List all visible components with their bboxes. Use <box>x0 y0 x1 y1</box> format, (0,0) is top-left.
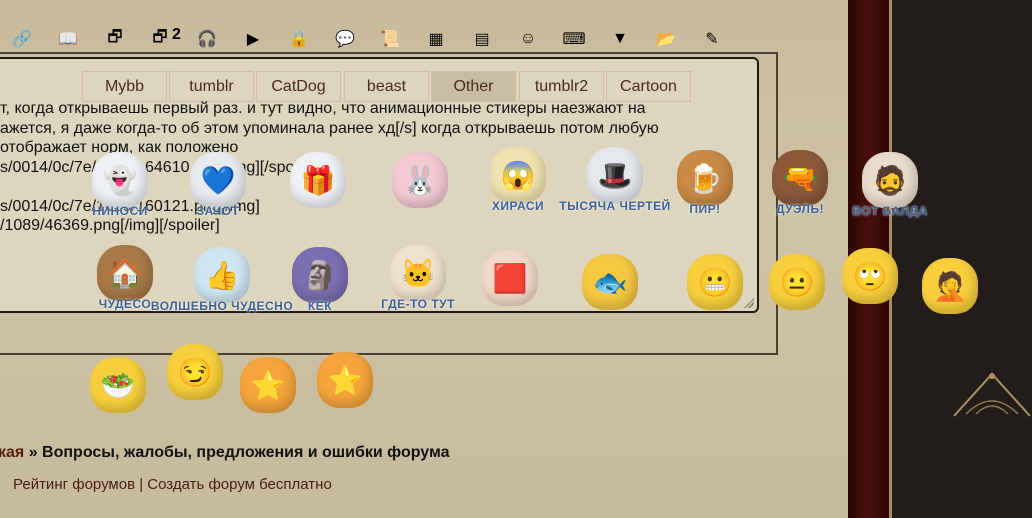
breadcrumb-parent-link[interactable]: кая <box>0 444 24 461</box>
sticker[interactable]: 🎁 <box>282 144 354 216</box>
tab-tumblr[interactable]: tumblr <box>169 71 254 102</box>
link-add-icon[interactable]: 🔗 <box>11 28 33 50</box>
sticker[interactable]: 🗿 КЕК <box>284 244 356 316</box>
sticker-image: 🏠 <box>97 245 153 301</box>
sticker-image: 💙 <box>190 152 246 208</box>
sticker[interactable]: 🐰 <box>384 144 456 216</box>
sticker-caption: КЕК <box>307 299 333 313</box>
textarea-line: т, когда открываешь первый раз. и тут ви… <box>0 100 646 117</box>
sticker[interactable]: 🎩 ТЫСЯЧА ЧЕРТЕЙ <box>559 144 670 216</box>
tab-mybb[interactable]: Mybb <box>82 71 167 102</box>
speech-bubble-icon[interactable]: 💬 <box>334 28 356 50</box>
sticker-caption: ВОЛШЕБНО ЧУДЕСНО <box>150 299 294 313</box>
keyboard-icon[interactable]: ⌨ <box>562 28 585 50</box>
headphones-icon[interactable]: 🎧 <box>196 28 218 50</box>
sticker-image: ⭐ <box>240 357 296 413</box>
sticker-image: 🧔 <box>862 152 918 208</box>
tab-other[interactable]: Other <box>431 71 516 102</box>
breadcrumb-separator: » <box>24 444 43 461</box>
sticker[interactable]: 😏 <box>159 336 231 408</box>
sticker-image: 🍺 <box>677 150 733 206</box>
footer-separator: | <box>135 476 148 493</box>
smiley-icon[interactable]: ☺ <box>517 28 539 50</box>
sticker-caption: ГДЕ-ТО ТУТ <box>381 297 455 311</box>
sticker[interactable]: ⭐ <box>309 344 381 416</box>
sticker[interactable]: 🙄 <box>834 240 906 312</box>
sticker[interactable]: 🍺 ПИР! <box>669 147 741 219</box>
sticker-image: 👍 <box>194 247 250 303</box>
sticker[interactable]: 🔫 ДУЭЛЬ! <box>764 147 836 219</box>
sticker-image: 🐱 <box>390 245 446 301</box>
dropdown-arrow-icon[interactable]: ▼ <box>609 28 631 50</box>
sticker-image: 🎁 <box>290 152 346 208</box>
sticker-image: 🐰 <box>392 152 448 208</box>
toolbar-badge: 2 <box>172 26 181 43</box>
folder-icon[interactable]: 📂 <box>655 28 677 50</box>
sticker-caption: ЗАЧОТ <box>196 204 240 218</box>
textarea-line: ажется, я даже когда-то об этом упоминал… <box>0 119 659 137</box>
sticker-image: 🙄 <box>842 248 898 304</box>
copy-icon[interactable]: 🗗 <box>104 28 126 50</box>
sticker-image: 😏 <box>167 344 223 400</box>
lock-icon[interactable]: 🔒 <box>288 28 310 50</box>
sticker-image: 😐 <box>769 254 825 310</box>
footer-links: Рейтинг форумов | Создать форум бесплатн… <box>13 476 332 493</box>
sticker-image: 🥗 <box>90 357 146 413</box>
sticker[interactable]: 😐 <box>761 246 833 318</box>
sticker-caption: ХИРАСИ <box>491 199 545 213</box>
corner-ornament-icon <box>953 372 1031 417</box>
sticker-image: 🎩 <box>587 147 643 203</box>
sticker-image: 🟥 <box>482 250 538 306</box>
sticker[interactable]: 🤦 <box>914 250 986 322</box>
sticker-image: ⭐ <box>317 352 373 408</box>
tab-beast[interactable]: beast <box>344 71 429 102</box>
sticker[interactable]: 😬 <box>679 246 751 318</box>
sticker[interactable]: 💙 ЗАЧОТ <box>182 149 254 221</box>
sticker-image: 👻 <box>92 152 148 208</box>
book-icon[interactable]: 📖 <box>57 28 79 50</box>
sticker-caption: ДУЭЛЬ! <box>775 202 825 216</box>
tab-catdog[interactable]: CatDog <box>256 71 341 102</box>
sticker[interactable]: 🐱 ГДЕ-ТО ТУТ <box>381 242 455 314</box>
sticker[interactable]: 👻 НИНОСИ <box>84 149 156 221</box>
sticker[interactable]: 😱 ХИРАСИ <box>482 144 554 216</box>
sticker-caption: ПИР! <box>689 202 721 216</box>
sticker[interactable]: 👍 ВОЛШЕБНО ЧУДЕСНО <box>151 244 293 316</box>
sticker-caption: ТЫСЯЧА ЧЕРТЕЙ <box>559 199 671 213</box>
tab-tumblr2[interactable]: tumblr2 <box>519 71 604 102</box>
sticker-image: 😬 <box>687 254 743 310</box>
forum-rating-link[interactable]: Рейтинг форумов <box>13 476 135 493</box>
sticker-caption: ВОТ БАЛДА <box>852 204 928 218</box>
sticker-image: 🐟 <box>582 254 638 310</box>
sticker-image: 🤦 <box>922 258 978 314</box>
play-icon[interactable]: ▶ <box>242 28 264 50</box>
sticker-caption: НИНОСИ <box>92 204 148 218</box>
table-icon[interactable]: ▤ <box>471 28 493 50</box>
tab-cartoon[interactable]: Cartoon <box>606 71 691 102</box>
sticker[interactable]: ⭐ <box>232 349 304 421</box>
breadcrumb: кая » Вопросы, жалобы, предложения и оши… <box>0 444 449 462</box>
script-icon[interactable]: 📜 <box>379 28 401 50</box>
create-forum-link[interactable]: Создать форум бесплатно <box>147 476 332 493</box>
sticker[interactable]: 🟥 <box>474 242 546 314</box>
sticker-image: 😱 <box>490 147 546 203</box>
color-palette-icon[interactable]: ▦ <box>425 28 447 50</box>
sticker-image: 🔫 <box>772 150 828 206</box>
sticker-image: 🗿 <box>292 247 348 303</box>
copy-2-icon[interactable]: 🗗 <box>149 28 171 50</box>
edit-image-icon[interactable]: ✎ <box>701 28 723 50</box>
sticker[interactable]: 🧔 ВОТ БАЛДА <box>852 149 928 221</box>
textarea-line: s/0014/0c/7e/1089/164610.png[/img][/spoi… <box>0 158 321 176</box>
sticker[interactable]: 🥗 <box>82 349 154 421</box>
sticker[interactable]: 🐟 <box>574 246 646 318</box>
breadcrumb-current: Вопросы, жалобы, предложения и ошибки фо… <box>42 444 450 461</box>
sticker-caption: ЧУДЕСО <box>98 297 152 311</box>
